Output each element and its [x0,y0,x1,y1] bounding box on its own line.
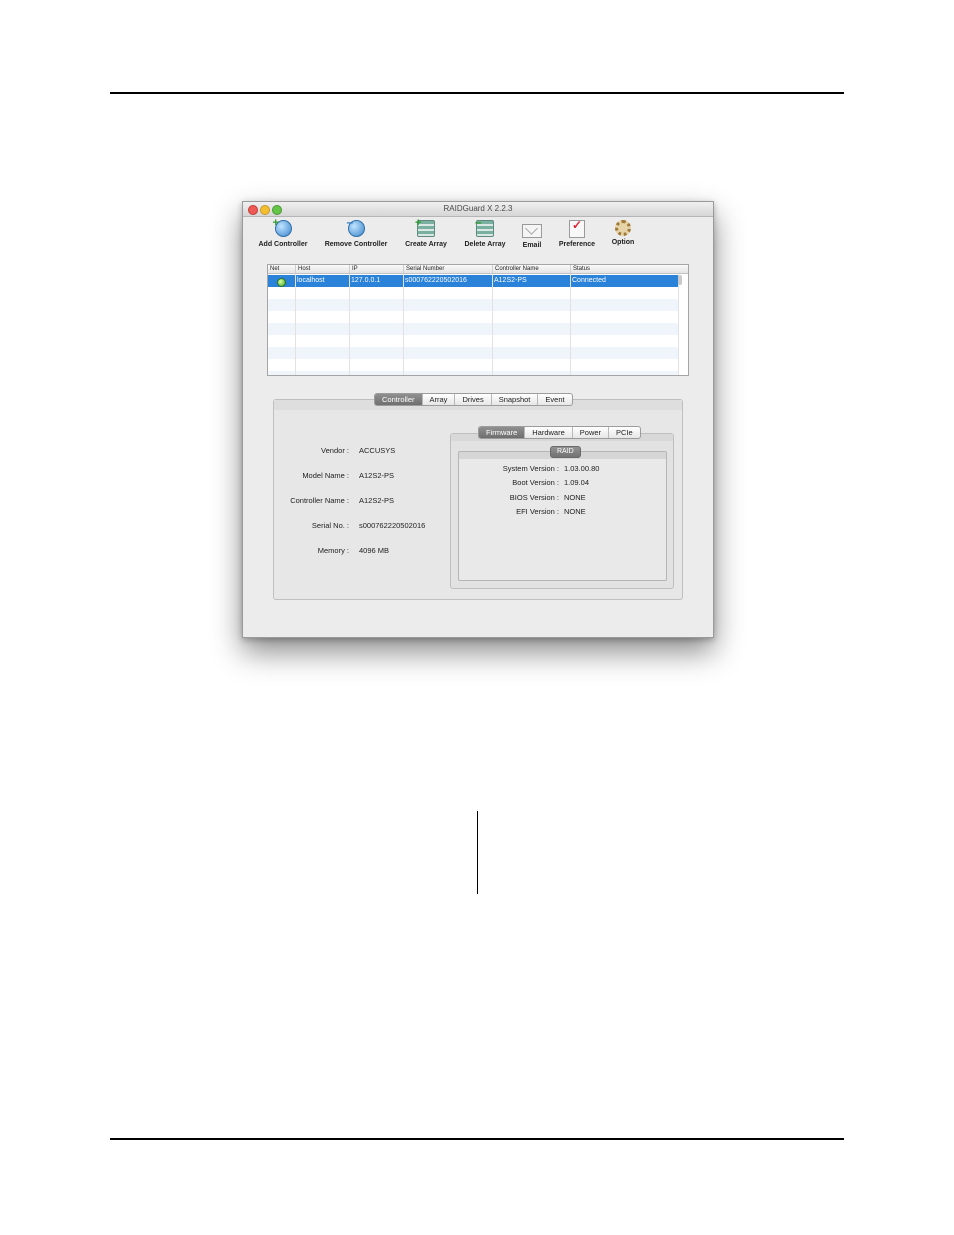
column-header-host[interactable]: Host [295,265,349,273]
column-header-net[interactable]: Net [268,265,295,273]
boot-version-label: Boot Version : [512,478,559,487]
add-controller-button[interactable]: + Add Controller [255,218,311,254]
email-button[interactable]: Email [517,220,547,254]
column-header-ip[interactable]: IP [349,265,403,273]
column-divider [492,274,493,375]
main-tab-bar: Controller Array Drives Snapshot Event [374,393,573,406]
add-controller-label: Add Controller [258,241,308,248]
empty-row [268,299,678,311]
bios-version-label: BIOS Version : [509,493,559,502]
preference-button[interactable]: ✓ Preference [555,219,599,254]
bios-version-value: NONE [564,493,586,502]
tab-snapshot[interactable]: Snapshot [492,394,539,405]
memory-label: Memory : [317,546,349,555]
system-version-label: System Version : [502,464,559,473]
column-divider [295,274,296,375]
tab-hardware[interactable]: Hardware [525,427,573,438]
tab-power[interactable]: Power [573,427,610,438]
tab-firmware[interactable]: Firmware [479,427,526,438]
create-array-button[interactable]: + Create Array [401,218,451,254]
sub-tab-bar: Firmware Hardware Power PCIe [478,426,641,439]
controller-name-label: Controller Name : [290,496,349,505]
efi-version-label: EFI Version : [516,507,559,516]
net-online-icon [277,278,286,287]
row-serial: s000762220502016 [405,277,467,284]
window-title: RAIDGuard X 2.2.3 [443,204,513,213]
empty-row [268,323,678,335]
email-label: Email [522,242,542,249]
raidguard-window: RAIDGuard X 2.2.3 + Add Controller – Rem… [242,201,714,638]
option-button[interactable]: Option [607,220,639,254]
gear-icon [615,220,631,236]
remove-controller-button[interactable]: – Remove Controller [321,216,391,254]
page-footer-rule [110,1138,844,1140]
page-header-rule [110,92,844,94]
raid-firmware-box: RAID System Version : 1.03.00.80 Boot Ve… [458,446,667,581]
column-header-status[interactable]: Status [570,265,678,273]
model-name-value: A12S2-PS [359,471,395,480]
details-panel: Controller Array Drives Snapshot Event V… [273,393,683,600]
create-array-label: Create Array [405,241,447,248]
delete-array-button[interactable]: – Delete Array [461,216,509,254]
row-controller-name: A12S2-PS [494,277,527,284]
vertical-divider-line [477,811,478,894]
memory-value: 4096 MB [359,546,390,555]
row-status: Connected [572,277,606,284]
tab-drives[interactable]: Drives [455,394,492,405]
checkmark-clipboard-icon: ✓ [569,219,585,238]
controller-table: Net Host IP Serial Number Controller Nam… [267,264,689,376]
empty-row [268,347,678,359]
disk-stack-minus-icon: – [475,216,494,237]
tab-array[interactable]: Array [423,394,456,405]
vendor-value: ACCUSYS [359,446,396,455]
row-host: localhost [297,277,325,284]
model-name-label: Model Name : [302,471,349,480]
column-header-serial-number[interactable]: Serial Number [403,265,492,273]
firmware-panel: Firmware Hardware Power PCIe RAID System… [450,426,674,589]
system-version-value: 1.03.00.80 [564,464,600,473]
boot-version-value: 1.09.04 [564,478,590,487]
option-label: Option [611,239,635,246]
column-divider [403,274,404,375]
raid-section-label: RAID [550,446,581,458]
column-divider [349,274,350,375]
empty-row [268,371,678,375]
table-scrollbar[interactable] [678,275,682,285]
serial-no-label: Serial No. : [311,521,349,530]
tab-controller[interactable]: Controller [375,394,423,405]
controller-name-value: A12S2-PS [359,496,395,505]
tab-event[interactable]: Event [538,394,571,405]
table-header: Net Host IP Serial Number Controller Nam… [268,265,688,274]
globe-minus-icon: – [347,216,365,237]
table-row[interactable]: localhost 127.0.0.1 s000762220502016 A12… [268,275,678,287]
globe-plus-icon: + [273,218,292,237]
efi-version-value: NONE [564,507,586,516]
tab-pcie[interactable]: PCIe [609,427,640,438]
envelope-icon [522,224,542,238]
column-divider [678,274,679,375]
row-ip: 127.0.0.1 [351,277,381,284]
vendor-label: Vendor : [321,446,349,455]
delete-array-label: Delete Array [464,241,506,248]
column-divider [570,274,571,375]
disk-stack-plus-icon: + [415,218,435,237]
remove-controller-label: Remove Controller [324,241,388,248]
preference-label: Preference [558,241,596,248]
column-header-controller-name[interactable]: Controller Name [492,265,570,273]
serial-no-value: s000762220502016 [359,521,426,530]
